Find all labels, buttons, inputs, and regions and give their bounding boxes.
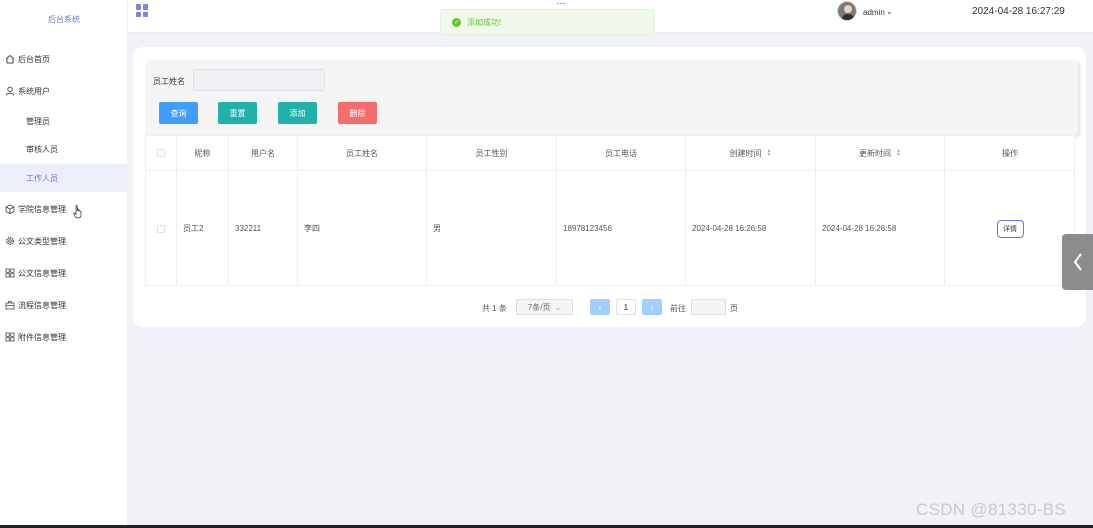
row-select[interactable] — [146, 171, 177, 286]
menu-item-doc-type[interactable]: 公文类型管理 — [0, 227, 128, 255]
column-header: 操作 — [945, 136, 1075, 171]
cell-updated: 2024-04-28 16:26:58 — [816, 171, 945, 286]
success-toast: ✓ 添加成功! — [440, 9, 655, 35]
app-logo: 后台系统 — [48, 15, 80, 24]
menu-toggle-icon[interactable] — [136, 4, 149, 17]
pagination-total: 共 1 条 — [482, 304, 507, 313]
submenu-item-reviewer[interactable]: 审核人员 — [0, 135, 128, 163]
row-checkbox[interactable] — [157, 224, 165, 233]
sort-icon[interactable]: ▲ ▼ — [767, 149, 772, 158]
cell-username: 332211 — [229, 171, 298, 286]
column-header-label: 更新时间 — [859, 148, 892, 158]
column-header-created[interactable]: 创建时间 ▲ ▼ — [686, 136, 816, 171]
employee-name-input[interactable] — [193, 69, 325, 91]
menu-item-flow-info[interactable]: 流程信息管理 — [0, 291, 128, 319]
user-icon — [4, 86, 15, 97]
sort-icon[interactable]: ▲ ▼ — [896, 149, 901, 158]
chevron-down-icon[interactable]: ⌄ — [886, 7, 893, 16]
menu-label: 后台首页 — [18, 54, 50, 64]
data-table: 昵称 用户名 员工姓名 员工性别 员工电话 创建时间 ▲ ▼ 更新时间 ▲ ▼ 操作… — [145, 135, 1075, 286]
cell-phone: 18978123456 — [557, 171, 686, 286]
chevron-left-icon — [1073, 253, 1082, 271]
menu-item-college-info[interactable]: 学院信息管理 — [0, 195, 128, 223]
page-title: … — [556, 0, 566, 7]
grid-icon — [4, 268, 15, 279]
grid-icon — [4, 332, 15, 343]
page-size-value: 7条/页 — [527, 302, 551, 312]
cell-created: 2024-04-28 16:26:58 — [686, 171, 816, 286]
cell-actions: 详情 — [945, 171, 1075, 286]
goto-label: 前往 — [670, 304, 686, 313]
cube-icon — [4, 204, 15, 215]
search-label: 员工姓名 — [153, 77, 185, 86]
gear-icon — [4, 236, 15, 247]
current-datetime: 2024-04-28 16:27:29 — [972, 6, 1065, 17]
briefcase-icon — [4, 300, 15, 311]
menu-label: 附件信息管理 — [18, 332, 66, 342]
user-name[interactable]: admin — [863, 8, 885, 17]
collapse-panel-button[interactable] — [1062, 234, 1093, 290]
column-header: 员工电话 — [557, 136, 686, 171]
page-number-current[interactable]: 1 — [616, 299, 636, 315]
column-header: 员工性别 — [427, 136, 557, 171]
hand-cursor-icon — [73, 205, 82, 219]
prev-page-button[interactable]: ‹ — [590, 299, 610, 315]
next-page-button[interactable]: › — [642, 299, 662, 315]
page-size-select[interactable]: 7条/页 ⌄ — [516, 299, 573, 315]
menu-item-home[interactable]: 后台首页 — [0, 45, 128, 73]
success-check-icon: ✓ — [452, 17, 461, 27]
detail-button[interactable]: 详情 — [996, 219, 1024, 238]
menu-label: 公文信息管理 — [18, 268, 66, 278]
home-icon — [4, 54, 15, 65]
column-header: 昵称 — [177, 136, 229, 171]
column-header: 用户名 — [229, 136, 298, 171]
submenu-item-admin[interactable]: 管理员 — [0, 107, 128, 135]
cell-gender: 男 — [427, 171, 557, 286]
column-header-label: 创建时间 — [729, 148, 762, 158]
menu-label: 学院信息管理 — [18, 204, 66, 214]
toast-message: 添加成功! — [467, 17, 502, 27]
menu-label: 公文类型管理 — [18, 236, 66, 246]
column-header-updated[interactable]: 更新时间 ▲ ▼ — [816, 136, 945, 171]
menu-label: 系统用户 — [18, 86, 50, 96]
cell-nickname: 员工2 — [177, 171, 229, 286]
menu-item-system-users[interactable]: 系统用户 — [0, 77, 128, 105]
header-select-all[interactable] — [146, 136, 177, 171]
sidebar: 后台系统 后台首页 系统用户 管理员 审核人员 工作人员 学院信息管理 公文类型… — [0, 0, 128, 528]
reset-button[interactable]: 重置 — [218, 102, 257, 124]
chevron-down-icon: ⌄ — [554, 302, 562, 312]
submenu-item-staff[interactable]: 工作人员 — [0, 164, 128, 192]
query-button[interactable]: 查询 — [159, 102, 198, 124]
goto-unit: 页 — [730, 304, 738, 313]
menu-item-doc-info[interactable]: 公文信息管理 — [0, 259, 128, 287]
chevron-left-icon: ‹ — [598, 302, 602, 312]
delete-button[interactable]: 删除 — [338, 102, 377, 124]
avatar[interactable] — [837, 1, 857, 21]
goto-page-input[interactable] — [691, 299, 726, 315]
column-header: 员工姓名 — [298, 136, 427, 171]
chevron-right-icon: › — [650, 302, 654, 312]
cell-name: 李四 — [298, 171, 427, 286]
add-button[interactable]: 添加 — [278, 102, 317, 124]
select-all-checkbox[interactable] — [157, 149, 165, 157]
watermark: CSDN @81330-BS — [916, 500, 1066, 519]
menu-label: 流程信息管理 — [18, 300, 66, 310]
menu-item-attachment-info[interactable]: 附件信息管理 — [0, 323, 128, 351]
